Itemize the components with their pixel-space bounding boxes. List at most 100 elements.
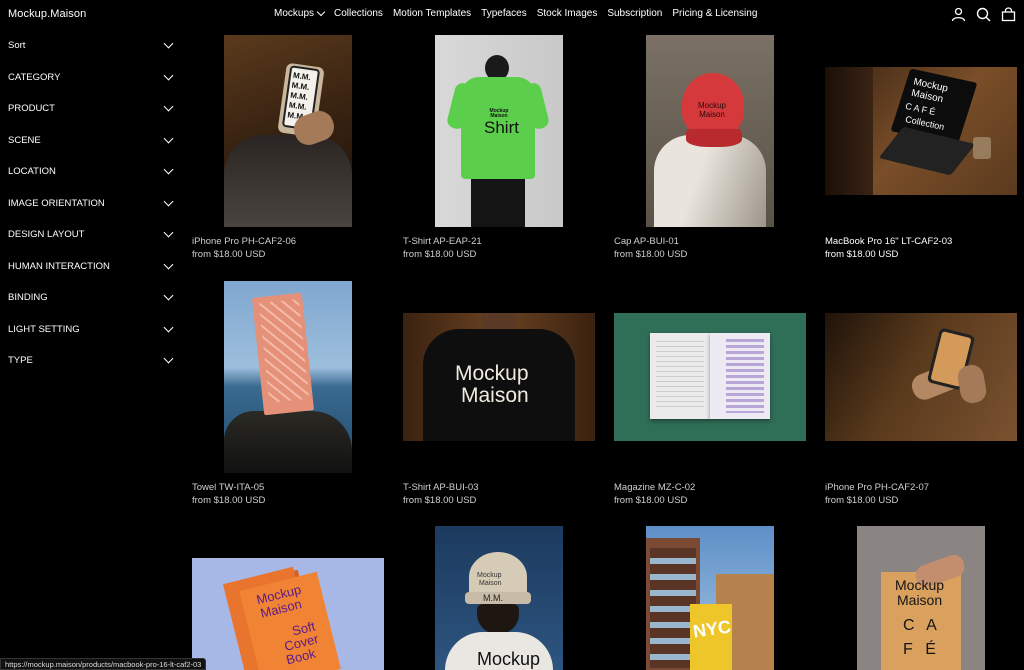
filter-label: IMAGE ORIENTATION xyxy=(8,197,105,209)
product-title[interactable]: iPhone Pro PH-CAF2-06 xyxy=(192,235,296,248)
product-caption: Magazine MZ-C-02 from $18.00 USD xyxy=(614,481,695,507)
product-caption: iPhone Pro PH-CAF2-06 from $18.00 USD xyxy=(192,235,296,261)
chevron-down-icon xyxy=(163,133,174,144)
product-card[interactable]: Towel TW-ITA-05 from $18.00 USD xyxy=(192,281,372,511)
filter-label: CATEGORY xyxy=(8,71,61,83)
filter-light-setting[interactable]: LIGHT SETTING xyxy=(0,314,182,346)
main-nav: Mockups Collections Motion Templates Typ… xyxy=(274,7,767,19)
filter-image-orientation[interactable]: IMAGE ORIENTATION xyxy=(0,188,182,220)
filter-type[interactable]: TYPE xyxy=(0,345,182,377)
product-title[interactable]: MacBook Pro 16" LT-CAF2-03 xyxy=(825,235,952,248)
bag-print: Maison xyxy=(897,592,943,608)
header-icons xyxy=(951,7,1016,22)
product-price: from $18.00 USD xyxy=(403,495,477,506)
chevron-down-icon xyxy=(163,353,174,364)
product-card[interactable]: M.M. M.M. M.M. M.M. M.M. iPhone Pro PH-C… xyxy=(192,35,372,265)
product-card[interactable]: Mockup Maison C A F É xyxy=(857,526,985,670)
product-title[interactable]: T-Shirt AP-BUI-03 xyxy=(403,481,479,494)
chevron-down-icon xyxy=(163,259,174,270)
product-title[interactable]: Cap AP-BUI-01 xyxy=(614,235,687,248)
nav-stock-images[interactable]: Stock Images xyxy=(537,8,598,19)
account-icon[interactable] xyxy=(951,7,966,22)
bag-print: F É xyxy=(903,641,940,658)
cap-print: Maison xyxy=(479,580,502,587)
product-card[interactable]: NYC xyxy=(646,526,774,670)
search-icon[interactable] xyxy=(976,7,991,22)
filter-design-layout[interactable]: DESIGN LAYOUT xyxy=(0,219,182,251)
shirt-print-big: Shirt xyxy=(484,118,519,137)
filter-label: DESIGN LAYOUT xyxy=(8,229,85,241)
nav-motion-templates[interactable]: Motion Templates xyxy=(393,8,471,19)
tshirt-print: Mockup xyxy=(455,362,529,385)
bag-print: Mockup xyxy=(895,577,945,593)
product-card[interactable]: Mockup Maison T-Shirt AP-BUI-03 from $18… xyxy=(403,281,598,511)
product-caption: MacBook Pro 16" LT-CAF2-03 from $18.00 U… xyxy=(825,235,952,261)
product-image[interactable]: Mockup Maison C A F É Collection xyxy=(825,67,1017,195)
chevron-down-icon xyxy=(163,101,174,112)
product-title[interactable]: Magazine MZ-C-02 xyxy=(614,481,695,494)
product-card[interactable]: Mockup Maison Soft Cover Book xyxy=(192,558,384,670)
product-image[interactable]: Mockup Maison Soft Cover Book xyxy=(192,558,384,670)
nav-subscription[interactable]: Subscription xyxy=(607,8,662,19)
product-caption: T-Shirt AP-BUI-03 from $18.00 USD xyxy=(403,481,479,507)
product-image[interactable] xyxy=(614,313,806,441)
filter-label: TYPE xyxy=(8,355,33,367)
filter-label: LIGHT SETTING xyxy=(8,323,80,335)
product-image[interactable]: M.M. M.M. M.M. M.M. M.M. xyxy=(224,35,352,227)
product-price: from $18.00 USD xyxy=(403,249,477,260)
filter-binding[interactable]: BINDING xyxy=(0,282,182,314)
filter-label: PRODUCT xyxy=(8,103,55,115)
status-bar-url: https://mockup.maison/products/macbook-p… xyxy=(0,658,207,670)
filter-product[interactable]: PRODUCT xyxy=(0,93,182,125)
billboard-text: NYC xyxy=(691,616,733,642)
site-logo[interactable]: Mockup.Maison xyxy=(8,8,86,20)
product-title[interactable]: T-Shirt AP-EAP-21 xyxy=(403,235,482,248)
product-price: from $18.00 USD xyxy=(825,495,899,506)
product-title[interactable]: Towel TW-ITA-05 xyxy=(192,481,265,494)
cart-icon[interactable] xyxy=(1001,7,1016,22)
product-card[interactable]: Mockup Maison Cap AP-BUI-01 from $18.00 … xyxy=(614,35,794,265)
product-card[interactable]: Mockup Maison M.M. Mockup xyxy=(435,526,563,670)
filter-scene[interactable]: SCENE xyxy=(0,125,182,157)
chevron-down-icon xyxy=(163,322,174,333)
nav-pricing-licensing[interactable]: Pricing & Licensing xyxy=(672,8,757,19)
product-title[interactable]: iPhone Pro PH-CAF2-07 xyxy=(825,481,929,494)
chevron-down-icon xyxy=(316,7,326,17)
filter-location[interactable]: LOCATION xyxy=(0,156,182,188)
product-image[interactable] xyxy=(825,313,1017,441)
filter-label: Sort xyxy=(8,40,26,52)
product-card[interactable]: Magazine MZ-C-02 from $18.00 USD xyxy=(614,281,809,511)
cap-visor-print: M.M. xyxy=(483,593,503,603)
product-image[interactable]: Mockup Maison xyxy=(403,313,595,441)
cap-print: Mockup xyxy=(477,572,502,579)
nav-mockups[interactable]: Mockups xyxy=(274,7,326,19)
product-caption: T-Shirt AP-EAP-21 from $18.00 USD xyxy=(403,235,482,261)
nav-mockups-label: Mockups xyxy=(274,8,315,19)
product-image[interactable] xyxy=(224,281,352,473)
filter-label: SCENE xyxy=(8,134,41,146)
nav-typefaces[interactable]: Typefaces xyxy=(481,8,527,19)
filter-category[interactable]: CATEGORY xyxy=(0,62,182,94)
nav-collections[interactable]: Collections xyxy=(334,8,383,19)
product-image[interactable]: Mockup Maison xyxy=(646,35,774,227)
product-image[interactable]: Mockup Maison M.M. Mockup xyxy=(435,526,563,670)
chevron-down-icon xyxy=(163,196,174,207)
product-image[interactable]: NYC xyxy=(646,526,774,670)
filter-sort[interactable]: Sort xyxy=(0,30,182,62)
product-price: from $18.00 USD xyxy=(614,495,688,506)
product-image[interactable]: Mockup Maison Shirt xyxy=(435,35,563,227)
product-price: from $18.00 USD xyxy=(825,249,899,260)
filter-human-interaction[interactable]: HUMAN INTERACTION xyxy=(0,251,182,283)
product-image[interactable]: Mockup Maison C A F É xyxy=(857,526,985,670)
filter-sidebar: Sort CATEGORY PRODUCT SCENE LOCATION IMA… xyxy=(0,30,182,377)
chevron-down-icon xyxy=(163,164,174,175)
product-card[interactable]: Mockup Maison C A F É Collection MacBook… xyxy=(825,35,1020,265)
product-price: from $18.00 USD xyxy=(614,249,688,260)
bag-print: C A xyxy=(903,617,941,634)
product-card[interactable]: Mockup Maison Shirt T-Shirt AP-EAP-21 fr… xyxy=(403,35,583,265)
product-caption: Towel TW-ITA-05 from $18.00 USD xyxy=(192,481,265,507)
product-caption: iPhone Pro PH-CAF2-07 from $18.00 USD xyxy=(825,481,929,507)
product-price: from $18.00 USD xyxy=(192,249,266,260)
product-card[interactable]: iPhone Pro PH-CAF2-07 from $18.00 USD xyxy=(825,281,1020,511)
cap-print: Mockup Maison xyxy=(697,101,726,119)
